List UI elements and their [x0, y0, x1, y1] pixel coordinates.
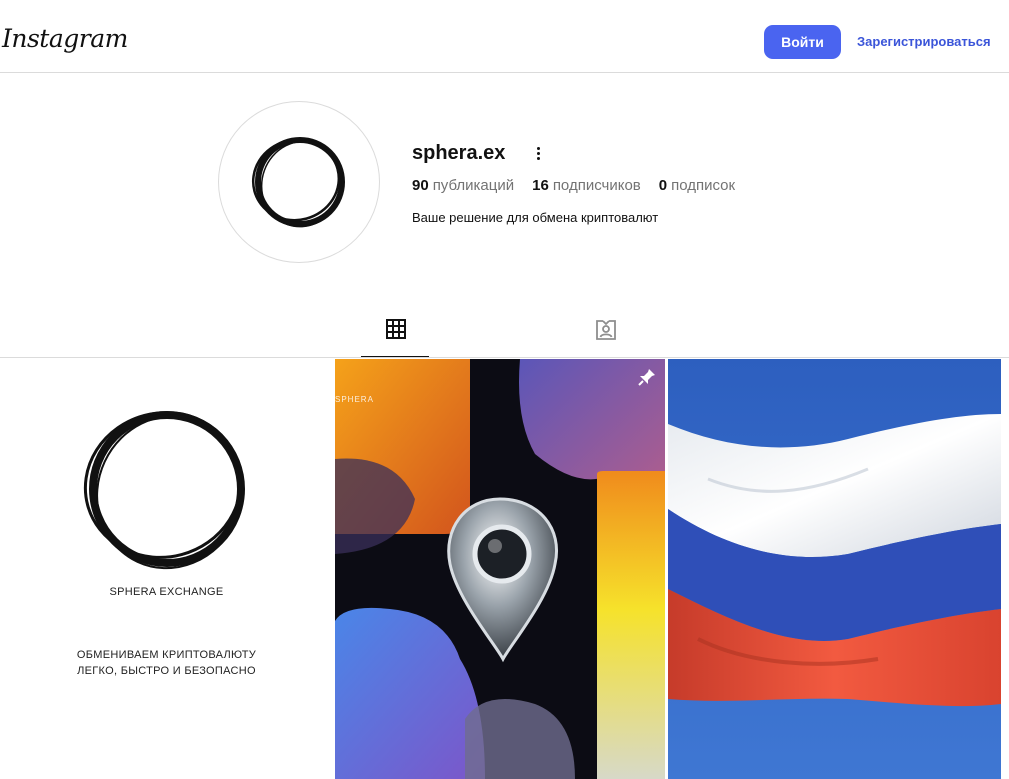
more-options-icon[interactable]: [530, 143, 546, 163]
profile-bio: Ваше решение для обмена криптовалют: [412, 210, 659, 225]
sphera-logo-icon: [251, 137, 345, 228]
sphera-logo-icon: [83, 411, 245, 570]
profile-username: sphera.ex: [412, 142, 506, 164]
post-tagline-line-1: ОБМЕНИВАЕМ КРИПТОВАЛЮТУ: [76, 649, 257, 661]
top-bar: Instagram Войти Зарегистрироваться: [0, 0, 1009, 73]
post-tile-1[interactable]: SPHERA EXCHANGE ОБМЕНИВАЕМ КРИПТОВАЛЮТУ …: [0, 359, 333, 779]
post-artwork: [335, 359, 665, 779]
post-tagline-line-2: ЛЕГКО, БЫСТРО И БЕЗОПАСНО: [77, 665, 256, 677]
profile-stats: 90 публикаций 16 подписчиков 0 подписок: [412, 177, 735, 194]
signup-link[interactable]: Зарегистрироваться: [857, 34, 991, 49]
instagram-logo[interactable]: Instagram: [2, 24, 128, 53]
post-tile-3[interactable]: [668, 359, 1001, 779]
post-corner-text: SPHERA: [335, 395, 374, 404]
login-button[interactable]: Войти: [764, 25, 841, 59]
russian-flag-photo: [668, 359, 1001, 779]
posts-count: 90 публикаций: [412, 177, 515, 194]
following-count[interactable]: 0 подписок: [659, 177, 735, 194]
followers-count[interactable]: 16 подписчиков: [532, 177, 641, 194]
tab-posts[interactable]: [361, 318, 431, 358]
profile-avatar[interactable]: [218, 101, 380, 263]
pinned-post-icon: [638, 369, 655, 386]
post-brand-text: SPHERA EXCHANGE: [109, 586, 224, 598]
tagged-icon: [596, 320, 616, 340]
tab-tagged[interactable]: [571, 318, 641, 358]
grid-icon: [386, 319, 406, 339]
post-tile-2[interactable]: SPHERA: [335, 359, 665, 779]
tabs-divider: [0, 357, 1009, 358]
